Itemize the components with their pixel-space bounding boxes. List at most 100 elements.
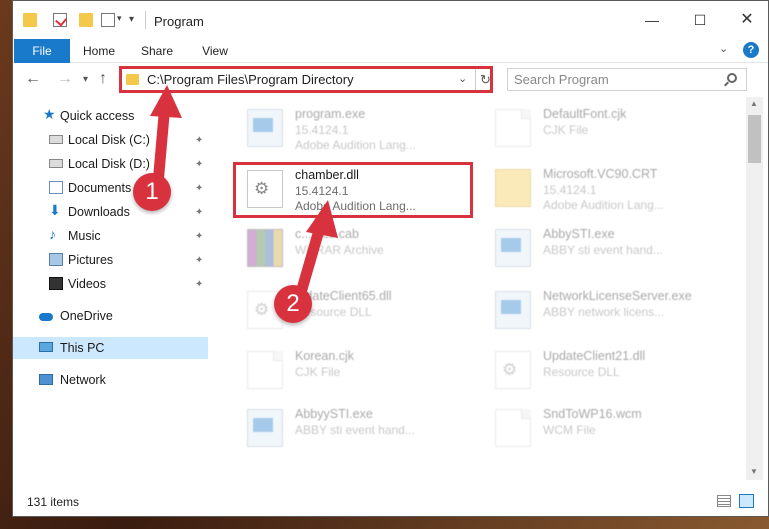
dll-gear-icon — [247, 170, 283, 208]
search-icon[interactable] — [727, 73, 737, 83]
ribbon-tabs: File Home Share View ⌄ ? — [13, 39, 768, 63]
sidebar-item-label: Documents — [68, 181, 132, 195]
view-icon[interactable] — [101, 13, 115, 27]
pin-icon[interactable]: ✦ — [195, 183, 203, 194]
annotation-step-1: 1 — [133, 173, 171, 211]
address-dropdown-icon[interactable]: ⌄ — [458, 72, 467, 85]
file-item-program-exe[interactable]: program.exe 15.4124.1 Adobe Audition Lan… — [233, 101, 473, 157]
refresh-button[interactable]: ↻ — [475, 69, 495, 90]
file-item-networklicenseserver-exe[interactable]: NetworkLicenseServer.exe ABBY network li… — [481, 283, 721, 339]
view-dropdown-icon[interactable]: ▾ — [117, 13, 122, 24]
status-bar: 131 items — [13, 489, 768, 513]
search-box[interactable] — [507, 68, 747, 91]
address-path[interactable]: C:\Program Files\Program Directory — [147, 72, 354, 87]
pin-icon[interactable]: ✦ — [195, 207, 203, 218]
scroll-thumb[interactable] — [748, 115, 761, 163]
sidebar-item-label: Music — [68, 229, 101, 243]
sidebar-item-onedrive[interactable]: OneDrive — [13, 305, 208, 327]
tab-file[interactable]: File — [14, 39, 70, 63]
tab-view[interactable]: View — [195, 39, 235, 63]
title-bar: ▾ ▾ Program — ☐ ✕ — [13, 1, 768, 39]
vertical-scrollbar[interactable]: ▲ ▼ — [746, 97, 763, 480]
scroll-up-icon[interactable]: ▲ — [750, 99, 758, 108]
forward-button[interactable]: → — [57, 70, 73, 88]
sidebar-item-label: Network — [60, 373, 106, 387]
sidebar-item-local-disk-c[interactable]: Local Disk (C:) ✦ — [13, 129, 208, 151]
sidebar-item-quick-access[interactable]: ★ Quick access — [13, 105, 208, 127]
file-item-sndtowp16-wcm[interactable]: SndToWP16.wcm WCM File — [481, 401, 721, 457]
sidebar-item-network[interactable]: Network — [13, 369, 208, 391]
close-button[interactable]: ✕ — [725, 7, 768, 33]
file-description: Adobe Audition Lang... — [543, 198, 664, 212]
search-input[interactable] — [514, 72, 714, 87]
file-item-defaultfont-cjk[interactable]: DefaultFont.cjk CJK File — [481, 101, 721, 157]
pin-icon[interactable]: ✦ — [195, 135, 203, 146]
sidebar-item-pictures[interactable]: Pictures ✦ — [13, 249, 208, 271]
file-type: CJK File — [543, 123, 589, 137]
details-view-icon[interactable] — [717, 495, 731, 507]
tab-home[interactable]: Home — [79, 39, 119, 63]
onedrive-icon — [39, 313, 53, 321]
file-type: CJK File — [295, 365, 341, 379]
sidebar-item-label: OneDrive — [60, 309, 113, 323]
sidebar-item-label: Local Disk (D:) — [68, 157, 150, 171]
properties-icon[interactable] — [53, 13, 67, 27]
document-icon — [495, 409, 531, 447]
sidebar-item-local-disk-d[interactable]: Local Disk (D:) ✦ — [13, 153, 208, 175]
file-version: 15.4124.1 — [543, 183, 597, 197]
explorer-window: ▾ ▾ Program — ☐ ✕ File Home Share View ⌄… — [12, 0, 769, 517]
file-item-abbysti-exe[interactable]: AbbySTI.exe ABBY sti event hand... — [481, 221, 721, 277]
navigation-pane: ★ Quick access Local Disk (C:) ✦ Local D… — [13, 97, 208, 480]
disk-icon — [49, 135, 63, 144]
folder-icon[interactable] — [23, 13, 37, 27]
sidebar-item-this-pc[interactable]: This PC — [13, 337, 208, 359]
item-count: 131 items — [27, 495, 80, 509]
large-icons-view-icon[interactable] — [739, 494, 754, 508]
file-item-chamber-dll[interactable]: chamber.dll 15.4124.1 Adobe Audition Lan… — [233, 162, 473, 218]
window-title: Program — [154, 14, 204, 29]
file-name: NetworkLicenseServer.exe — [543, 289, 692, 303]
tab-share[interactable]: Share — [137, 39, 177, 63]
downloads-icon: ⬇ — [49, 202, 61, 218]
file-name: c...ates.cab — [295, 227, 359, 241]
back-button[interactable]: ← — [25, 70, 41, 88]
scroll-down-icon[interactable]: ▼ — [750, 467, 758, 476]
file-item-cab[interactable]: c...ates.cab WinRAR Archive — [233, 221, 473, 277]
pin-icon[interactable]: ✦ — [195, 279, 203, 290]
sidebar-item-label: Quick access — [60, 109, 135, 123]
pin-icon[interactable]: ✦ — [195, 159, 203, 170]
file-item-korean-cjk[interactable]: Korean.cjk CJK File — [233, 343, 473, 399]
customize-toolbar-icon[interactable]: ▾ — [129, 14, 134, 25]
up-button[interactable]: ↑ — [99, 70, 107, 88]
file-item-updateclient65-dll[interactable]: ...dateClient65.dll Resource DLL — [233, 283, 473, 339]
pictures-icon — [49, 253, 63, 266]
sidebar-item-documents[interactable]: Documents ✦ — [13, 177, 208, 199]
maximize-button[interactable]: ☐ — [678, 7, 722, 33]
document-icon — [247, 351, 283, 389]
file-name: Microsoft.VC90.CRT — [543, 167, 658, 181]
sidebar-item-label: This PC — [60, 341, 105, 355]
this-pc-icon — [39, 342, 53, 352]
pin-icon[interactable]: ✦ — [195, 255, 203, 266]
sidebar-item-downloads[interactable]: ⬇ Downloads ✦ — [13, 201, 208, 223]
file-item-updateclient21-dll[interactable]: UpdateClient21.dll Resource DLL — [481, 343, 721, 399]
exe-icon — [247, 109, 283, 147]
recent-locations-button[interactable]: ▾ — [83, 74, 88, 85]
file-version: 15.4124.1 — [295, 184, 349, 198]
star-icon: ★ — [43, 106, 56, 122]
file-name: AbbySTI.exe — [543, 227, 615, 241]
sidebar-item-music[interactable]: ♪ Music ✦ — [13, 225, 208, 247]
new-folder-icon[interactable] — [79, 13, 93, 27]
file-name: chamber.dll — [295, 168, 359, 182]
disk-icon — [49, 159, 63, 168]
expand-ribbon-icon[interactable]: ⌄ — [719, 42, 728, 55]
address-bar[interactable]: C:\Program Files\Program Directory ⌄ ↻ — [119, 66, 493, 93]
minimize-button[interactable]: — — [630, 7, 674, 33]
help-icon[interactable]: ? — [743, 42, 759, 58]
file-item-abbyysti-exe[interactable]: AbbyySTI.exe ABBY sti event hand... — [233, 401, 473, 457]
pin-icon[interactable]: ✦ — [195, 231, 203, 242]
exe-icon — [495, 229, 531, 267]
sidebar-item-videos[interactable]: Videos ✦ — [13, 273, 208, 295]
title-separator — [145, 11, 146, 29]
file-item-vc90-crt[interactable]: Microsoft.VC90.CRT 15.4124.1 Adobe Audit… — [481, 161, 721, 217]
